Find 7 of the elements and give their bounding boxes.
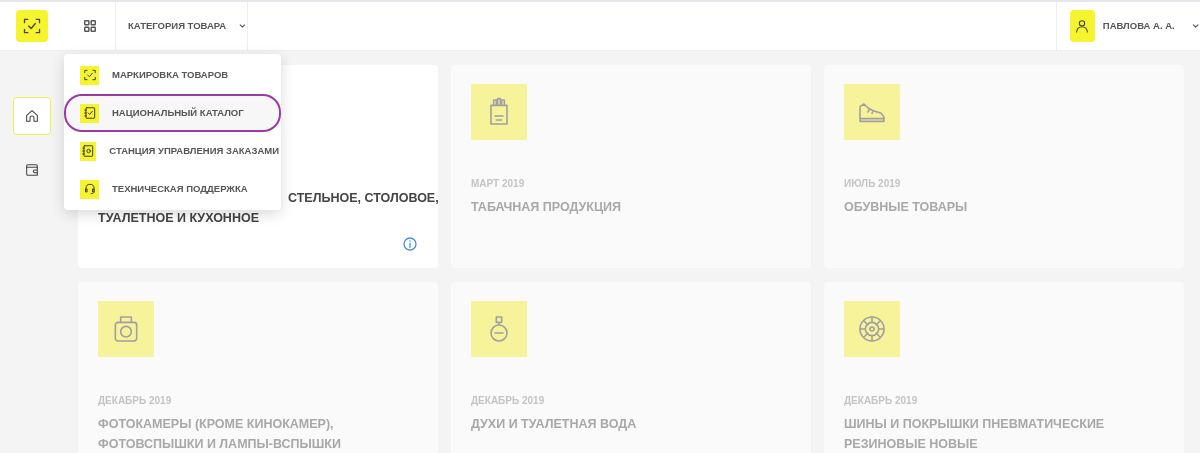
card-title: ОБУВНЫЕ ТОВАРЫ [844,199,969,216]
card-title: ДУХИ И ТУАЛЕТНАЯ ВОДА [471,416,638,433]
card-title: СТЕЛЬНОЕ, СТОЛОВОЕ, [288,190,439,207]
card-title: ФОТОКАМЕРЫ (КРОМЕ КИНОКАМЕР), ФОТОВСПЫШКИ И ЛАМПЫ-ВСПЫШКИ [98,416,342,453]
card-title: ШИНЫ И ПОКРЫШКИ ПНЕВМАТИЧЕСКИЕ РЕЗИНОВЫЕ НОВЫЕ [844,416,1106,453]
card-title: ТУАЛЕТНОЕ И КУХОННОЕ [98,210,259,227]
card-title: ТАБАЧНАЯ ПРОДУКЦИЯ [471,199,623,216]
